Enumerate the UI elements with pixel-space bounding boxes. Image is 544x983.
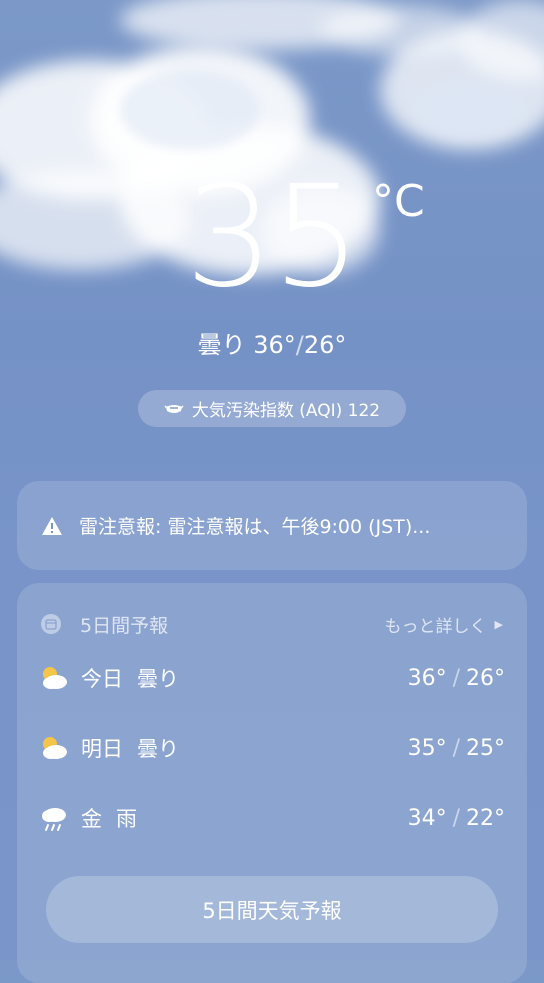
forecast-low: 26°: [466, 665, 505, 691]
five-day-forecast-label: 5日間天気予報: [202, 898, 342, 923]
forecast-temps: 34°/22°: [407, 805, 505, 831]
forecast-low: 25°: [466, 735, 505, 761]
forecast-low: 22°: [466, 805, 505, 831]
forecast-temps: 35°/25°: [407, 735, 505, 761]
weather-screen: 35 °C 曇り 36°/26° 大気汚染指数 (AQI) 122 雷注意報: …: [0, 0, 544, 983]
forecast-high: 34°: [407, 805, 447, 831]
aqi-badge[interactable]: 大気汚染指数 (AQI) 122: [138, 390, 406, 427]
weather-alert-card[interactable]: 雷注意報: 雷注意報は、午後9:00 (JST)...: [17, 481, 527, 570]
partly-cloudy-icon: [43, 737, 67, 759]
more-details-label: もっと詳しく: [384, 616, 487, 637]
forecast-condition: 曇り: [137, 737, 179, 761]
partly-cloudy-icon: [43, 667, 67, 689]
warning-icon: [42, 516, 62, 535]
current-temperature: 35: [0, 168, 544, 308]
forecast-high: 36°: [407, 665, 447, 691]
condition-summary: 曇り 36°/26°: [197, 331, 347, 359]
calendar-icon: [41, 614, 61, 634]
forecast-condition: 曇り: [137, 667, 179, 691]
forecast-high: 35°: [407, 735, 447, 761]
forecast-row-friday[interactable]: 金 雨 34°/22°: [39, 802, 505, 834]
condition-label: 曇り: [197, 331, 246, 359]
rain-icon: [42, 808, 66, 831]
five-day-forecast-button[interactable]: 5日間天気予報: [46, 876, 498, 943]
aqi-label: 大気汚染指数 (AQI) 122: [191, 401, 381, 421]
forecast-card: 5日間予報 もっと詳しく ▶ 今日 曇り 36°/26° 明日 曇り 35° /…: [17, 583, 527, 983]
forecast-row-tomorrow[interactable]: 明日 曇り 35°/25°: [39, 732, 505, 764]
forecast-day: 今日: [81, 667, 123, 691]
chevron-right-icon: ▶: [494, 617, 503, 631]
forecast-title: 5日間予報: [80, 614, 169, 637]
forecast-header: 5日間予報 もっと詳しく ▶: [41, 611, 503, 637]
forecast-row-today[interactable]: 今日 曇り 36°/26°: [39, 662, 505, 694]
temperature-unit: °C: [372, 176, 425, 227]
low-temp: 26°: [303, 331, 347, 359]
forecast-condition: 雨: [116, 807, 137, 831]
alert-text: 雷注意報: 雷注意報は、午後9:00 (JST)...: [79, 516, 431, 538]
forecast-day: 金: [81, 807, 102, 831]
temperature-value: 35: [184, 156, 361, 319]
forecast-temps: 36°/26°: [407, 665, 505, 691]
mask-icon: [164, 404, 184, 413]
forecast-day: 明日: [81, 737, 123, 761]
high-temp: 36°: [253, 331, 296, 359]
more-details-link[interactable]: もっと詳しく ▶: [385, 612, 503, 637]
